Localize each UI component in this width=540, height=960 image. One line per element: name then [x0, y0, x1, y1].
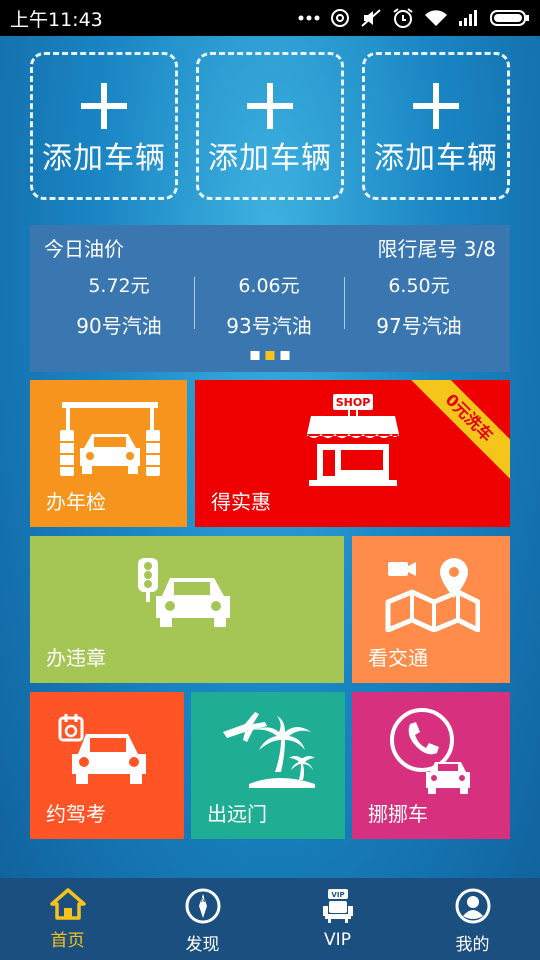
- svg-text:N: N: [200, 896, 205, 904]
- tile-label: 看交通: [368, 646, 428, 670]
- tile-violations[interactable]: 办违章: [30, 536, 344, 683]
- car-wash-icon: [60, 402, 160, 476]
- oil-price-title: 今日油价: [44, 237, 124, 261]
- wifi-icon: [425, 10, 447, 26]
- add-vehicle-button-2[interactable]: 添加车辆: [196, 52, 344, 200]
- plane-palm-icon: [223, 712, 315, 788]
- battery-icon: [490, 10, 529, 26]
- user-icon: [455, 888, 490, 924]
- home-icon: [49, 888, 86, 920]
- shop-sign-text: SHOP: [336, 396, 371, 409]
- tile-deals[interactable]: SHOP 0元洗车 得实惠: [195, 380, 510, 527]
- vip-seat-icon: VIP: [322, 889, 353, 923]
- page-indicator[interactable]: [250, 351, 290, 360]
- tile-label: 办年检: [46, 490, 106, 514]
- shop-icon: SHOP: [307, 394, 399, 486]
- promo-ribbon: 0元洗车: [406, 380, 510, 481]
- oil-price-value: 6.06元: [238, 275, 300, 297]
- oil-price-item: 5.72元 90号汽油: [44, 271, 194, 339]
- oil-grade: 97号汽油: [376, 314, 462, 338]
- oil-price-value: 6.50元: [388, 275, 450, 297]
- mute-icon: [361, 9, 381, 27]
- tile-label: 得实惠: [211, 490, 271, 514]
- page-dot-active: [265, 351, 275, 360]
- tile-travel[interactable]: 出远门: [191, 692, 345, 839]
- status-time: 上午11:43: [10, 8, 103, 31]
- hotspot-icon: [331, 9, 349, 27]
- add-vehicle-label: 添加车辆: [208, 141, 332, 176]
- signal-icon: [459, 10, 477, 26]
- oil-grade: 93号汽油: [226, 314, 312, 338]
- nav-mine[interactable]: 我的: [405, 878, 540, 960]
- add-vehicle-label: 添加车辆: [42, 141, 166, 176]
- more-dots-icon: [298, 15, 320, 21]
- status-bar: 上午11:43: [0, 0, 540, 36]
- add-vehicle-button-1[interactable]: 添加车辆: [30, 52, 178, 200]
- map-location-icon: [385, 558, 480, 632]
- vip-badge-text: VIP: [331, 891, 344, 899]
- nav-home[interactable]: 首页: [0, 878, 135, 960]
- traffic-car-icon: [138, 558, 230, 627]
- add-vehicle-label: 添加车辆: [374, 141, 498, 176]
- tile-label: 挪挪车: [368, 802, 428, 826]
- oil-price-item: 6.06元 93号汽油: [194, 271, 344, 339]
- page-dot: [250, 351, 260, 360]
- nav-vip[interactable]: VIP VIP: [270, 878, 405, 960]
- page-dot: [280, 351, 290, 360]
- tile-label: 约驾考: [46, 802, 106, 826]
- status-icons: [298, 7, 530, 29]
- oil-price-item: 6.50元 97号汽油: [344, 271, 494, 339]
- bottom-navigation: 首页 N 发现 VIP VIP 我的: [0, 878, 540, 960]
- tile-move-car[interactable]: 挪挪车: [352, 692, 510, 839]
- oil-price-value: 5.72元: [88, 275, 150, 297]
- tile-label: 出远门: [207, 802, 267, 826]
- calendar-car-icon: [58, 714, 146, 784]
- alarm-icon: [393, 8, 413, 28]
- plus-icon: [413, 83, 459, 129]
- nav-vip-label: VIP: [324, 930, 351, 950]
- tile-driving-test[interactable]: 约驾考: [30, 692, 184, 839]
- tile-label: 办违章: [46, 646, 106, 670]
- plus-icon: [81, 83, 127, 129]
- oil-price-panel[interactable]: 今日油价 限行尾号 3/8 5.72元 90号汽油 6.06元 93号汽油 6.…: [30, 225, 510, 372]
- nav-home-label: 首页: [50, 931, 85, 951]
- nav-discover-label: 发现: [185, 935, 220, 955]
- plus-icon: [247, 83, 293, 129]
- oil-grade: 90号汽油: [76, 314, 162, 338]
- tile-traffic[interactable]: 看交通: [352, 536, 510, 683]
- phone-car-icon: [390, 708, 470, 794]
- nav-discover[interactable]: N 发现: [135, 878, 270, 960]
- compass-icon: N: [185, 888, 220, 924]
- tile-annual-inspection[interactable]: 办年检: [30, 380, 187, 527]
- oil-price-header: 今日油价 限行尾号 3/8: [44, 233, 496, 262]
- add-vehicle-button-3[interactable]: 添加车辆: [362, 52, 510, 200]
- nav-mine-label: 我的: [455, 935, 490, 955]
- restriction-number: 限行尾号 3/8: [377, 237, 496, 261]
